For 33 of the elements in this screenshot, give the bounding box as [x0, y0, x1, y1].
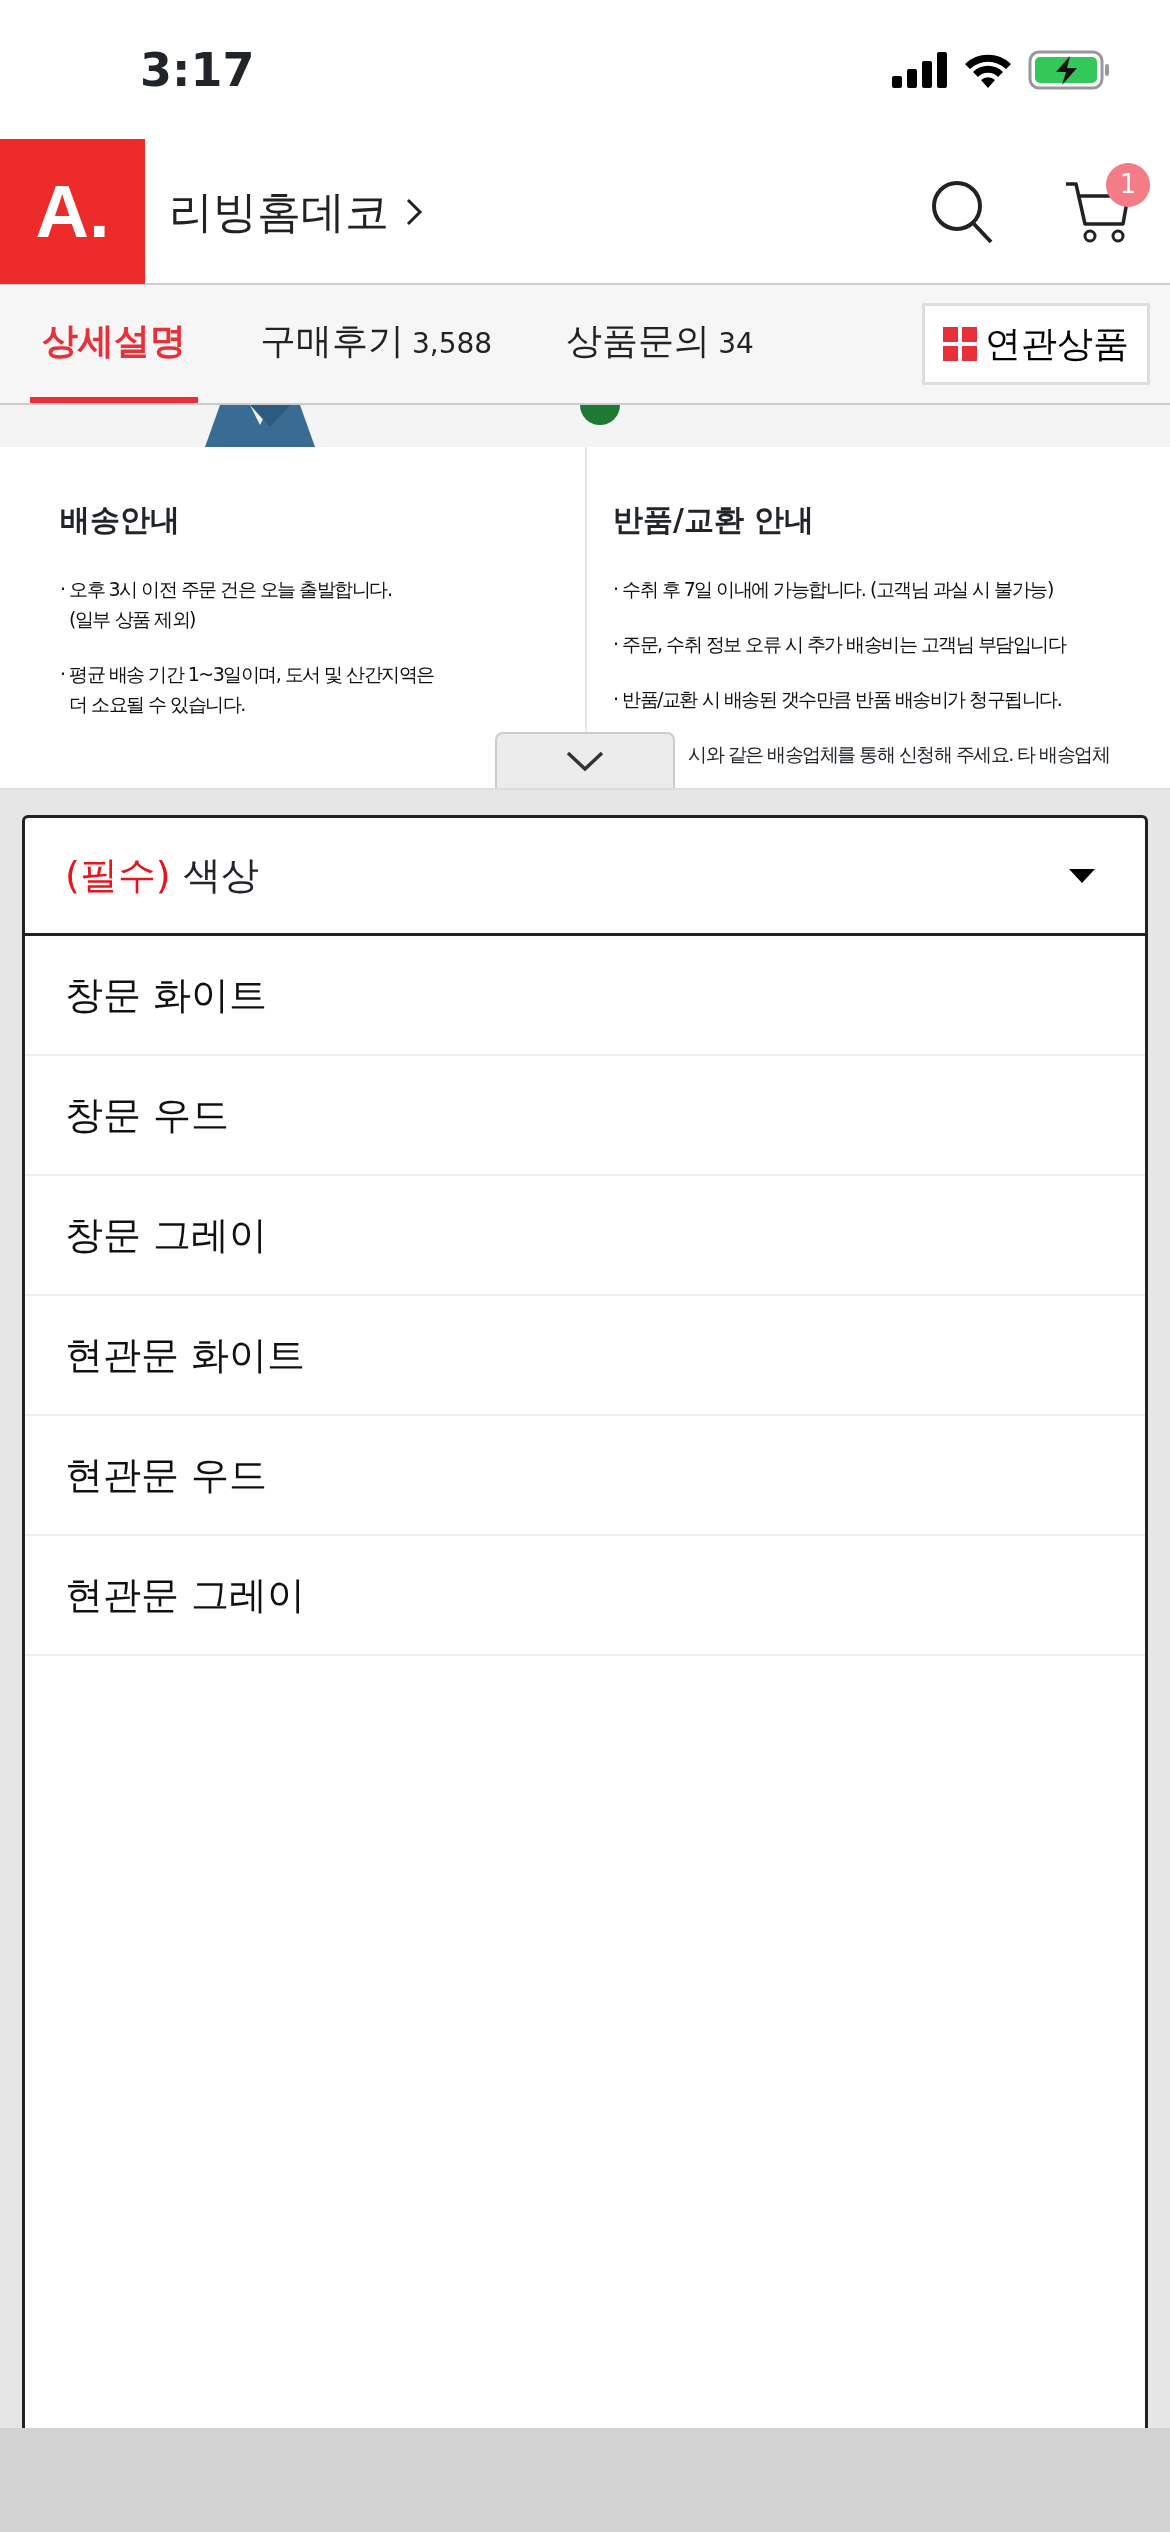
- info-text: · 평균 배송 기간 1~3일이며, 도서 및 산간지역은: [60, 662, 435, 687]
- search-icon[interactable]: [930, 178, 994, 245]
- battery-icon: [1028, 50, 1110, 90]
- option-item[interactable]: 현관문 화이트: [25, 1296, 1145, 1416]
- section-title: 반품/교환 안내: [613, 501, 816, 539]
- collapse-handle[interactable]: [495, 732, 675, 788]
- info-text: · 수취 후 7일 이내에 가능합니다. (고객님 과실 시 불가능): [613, 577, 1054, 602]
- info-text: · 주문, 수취 정보 오류 시 추가 배송비는 고객님 부담입니다: [613, 632, 1067, 657]
- info-text: · 오후 3시 이전 주문 건은 오늘 출발합니다.: [60, 577, 393, 602]
- color-select[interactable]: (필수) 색상: [25, 818, 1145, 936]
- grid-icon: [943, 327, 977, 361]
- caret-icon: [1069, 868, 1095, 883]
- chevron-icon[interactable]: [405, 196, 423, 227]
- status-time: 3:17: [140, 41, 255, 99]
- logo[interactable]: A.: [0, 139, 145, 284]
- info-text: · 반품/교환 시 배송된 갯수만큼 반품 배송비가 청구됩니다.: [613, 687, 1063, 712]
- info-text: (일부 상품 제외): [68, 607, 196, 632]
- related-products-button[interactable]: 연관상품: [922, 303, 1150, 385]
- option-item[interactable]: 창문 우드: [25, 1056, 1145, 1176]
- option-item[interactable]: 창문 그레이: [25, 1176, 1145, 1296]
- option-item[interactable]: 현관문 우드: [25, 1416, 1145, 1536]
- chevron-down-icon: [566, 751, 604, 771]
- cart-count-badge: 1: [1106, 162, 1150, 207]
- signal-icon: [892, 52, 948, 88]
- wifi-icon: [964, 52, 1012, 88]
- option-item[interactable]: 창문 화이트: [25, 936, 1145, 1056]
- section-title: 배송안내: [60, 501, 181, 539]
- tab[interactable]: 구매후기 3,588: [248, 285, 505, 403]
- tab[interactable]: 상품문의 34: [554, 285, 766, 403]
- info-text: 시와 같은 배송업체를 통해 신청해 주세요. 타 배송업체: [687, 742, 1111, 767]
- store-name[interactable]: 리빙홈데코: [169, 178, 389, 245]
- info-text: 더 소요될 수 있습니다.: [68, 692, 246, 717]
- option-item[interactable]: 현관문 그레이: [25, 1536, 1145, 1656]
